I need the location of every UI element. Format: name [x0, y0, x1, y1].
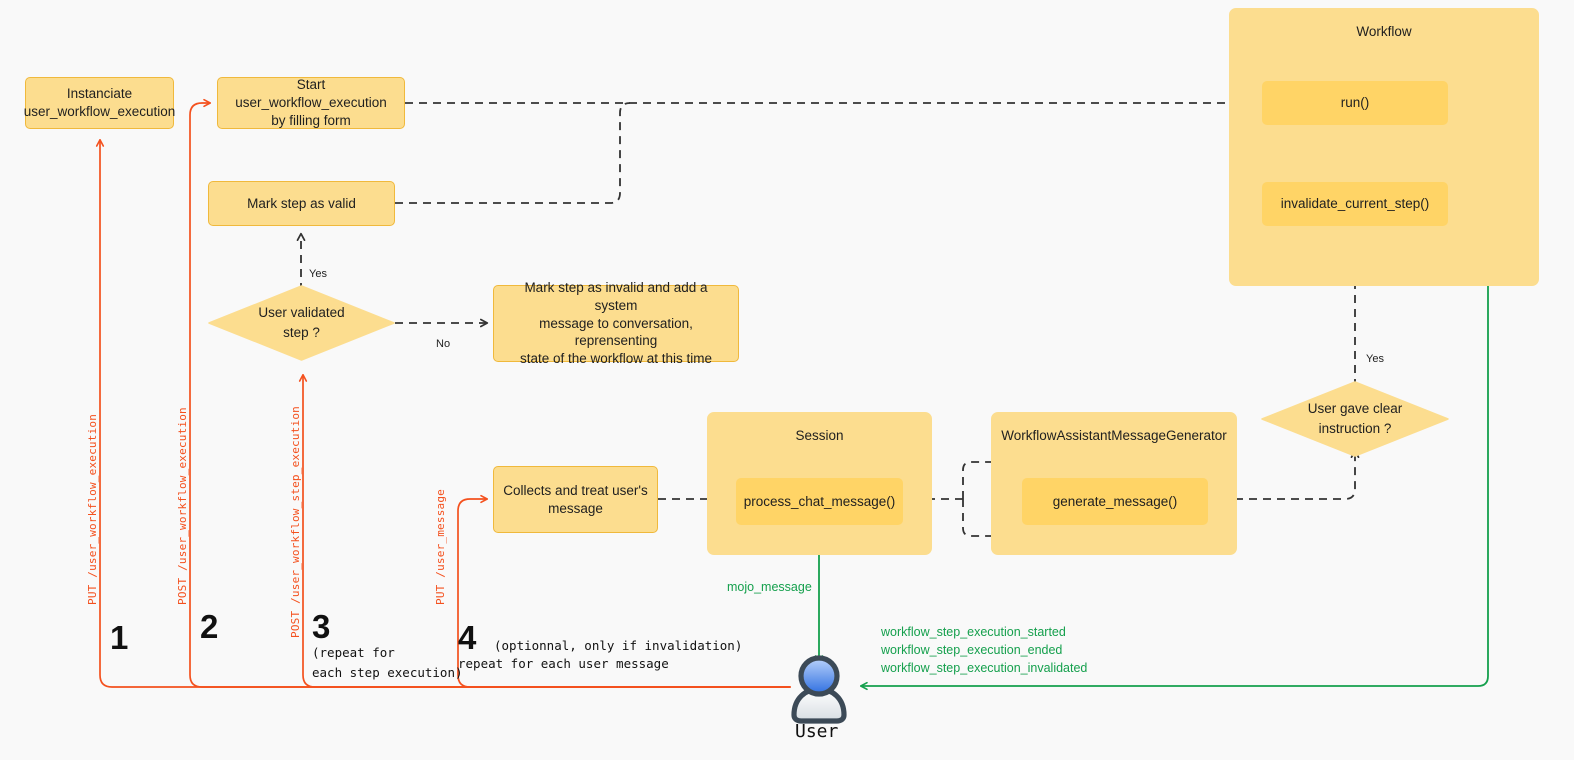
node-start-user-workflow-execution[interactable]: Start user_workflow_execution by filling… [217, 77, 405, 129]
node-start-line1: Start user_workflow_execution [235, 77, 387, 111]
api-note-4-inline: (optionnal, only if invalidation) [494, 638, 743, 653]
decision-user-validated-line1: User validated [258, 304, 345, 320]
diagram-canvas: Instanciate user_workflow_execution Star… [0, 0, 1574, 760]
node-mark-step-as-valid[interactable]: Mark step as valid [208, 181, 395, 226]
node-start-line2: by filling form [271, 112, 351, 128]
node-mark-step-as-invalid[interactable]: Mark step as invalid and add a system me… [493, 280, 739, 366]
container-generator-title: WorkflowAssistantMessageGenerator [1001, 428, 1227, 443]
api-number-2: 2 [200, 608, 219, 645]
container-workflow-assistant-message-generator[interactable]: WorkflowAssistantMessageGenerator genera… [991, 412, 1237, 555]
edge-label-yes-clear-instruction: Yes [1366, 353, 1384, 365]
method-process-chat-message[interactable]: process_chat_message() [736, 478, 903, 525]
api-note-3: (repeat for each step execution) [312, 645, 463, 680]
method-run-label: run() [1340, 95, 1370, 111]
container-session-title: Session [795, 428, 844, 443]
node-collects-line1: Collects and treat user's [503, 482, 648, 498]
decision-user-validated-label: User validated step ? [208, 285, 395, 361]
edge-label-yes-validated: Yes [309, 268, 327, 280]
container-workflow[interactable]: Workflow run() invalidate_current_step() [1229, 8, 1539, 286]
method-run[interactable]: run() [1262, 81, 1448, 125]
node-mark-valid-label: Mark step as valid [247, 195, 356, 211]
api-note-4-below: repeat for each user message [458, 656, 669, 671]
decision-user-gave-clear-instruction[interactable]: User gave clear instruction ? [1261, 381, 1449, 457]
node-instanciate-user-workflow-execution[interactable]: Instanciate user_workflow_execution [23, 77, 176, 129]
node-collects-and-treat-user-message[interactable]: Collects and treat user's message [493, 466, 658, 533]
api-number-4: 4 [458, 619, 477, 656]
event-label-mojo-message: mojo_message [727, 580, 812, 594]
node-mark-invalid-line1: Mark step as invalid and add a system [524, 279, 708, 313]
decision-user-validated-step[interactable]: User validated step ? [208, 285, 395, 361]
event-label-workflow-step-execution-invalidated: workflow_step_execution_invalidated [881, 661, 1088, 675]
container-workflow-title: Workflow [1356, 24, 1412, 39]
decision-clear-instruction-label: User gave clear instruction ? [1261, 381, 1449, 457]
api-label-2: POST /user_workflow_execution [176, 407, 189, 605]
container-session[interactable]: Session process_chat_message() [707, 412, 932, 555]
decision-clear-instruction-line1: User gave clear [1307, 400, 1403, 416]
method-process-chat-message-label: process_chat_message() [743, 493, 896, 509]
node-instanciate-label: Instanciate user_workflow_execution [23, 86, 176, 119]
user-avatar-icon [791, 655, 847, 724]
node-mark-invalid-line3: state of the workflow at this time [519, 351, 713, 367]
node-collects-line2: message [548, 500, 603, 516]
method-generate-message-label: generate_message() [1052, 493, 1178, 509]
decision-clear-instruction-line2: instruction ? [1318, 421, 1392, 436]
api-label-4: PUT /user_message [434, 489, 447, 605]
actor-user-label: User [795, 721, 839, 742]
api-number-1: 1 [110, 619, 129, 656]
api-label-3: POST /user_workflow_step_execution [289, 406, 302, 638]
method-invalidate-current-step-label: invalidate_current_step() [1280, 196, 1430, 212]
node-mark-invalid-line2: message to conversation, reprensenting [539, 315, 693, 349]
api-label-1: PUT /user_workflow_execution [86, 413, 99, 605]
decision-user-validated-line2: step ? [283, 325, 320, 340]
api-number-3: 3 [312, 608, 331, 645]
edge-label-no-validated: No [436, 338, 451, 350]
method-invalidate-current-step[interactable]: invalidate_current_step() [1262, 182, 1448, 226]
event-label-workflow-step-execution-started: workflow_step_execution_started [881, 625, 1066, 639]
method-generate-message[interactable]: generate_message() [1022, 478, 1208, 525]
event-label-workflow-step-execution-ended: workflow_step_execution_ended [881, 643, 1063, 657]
